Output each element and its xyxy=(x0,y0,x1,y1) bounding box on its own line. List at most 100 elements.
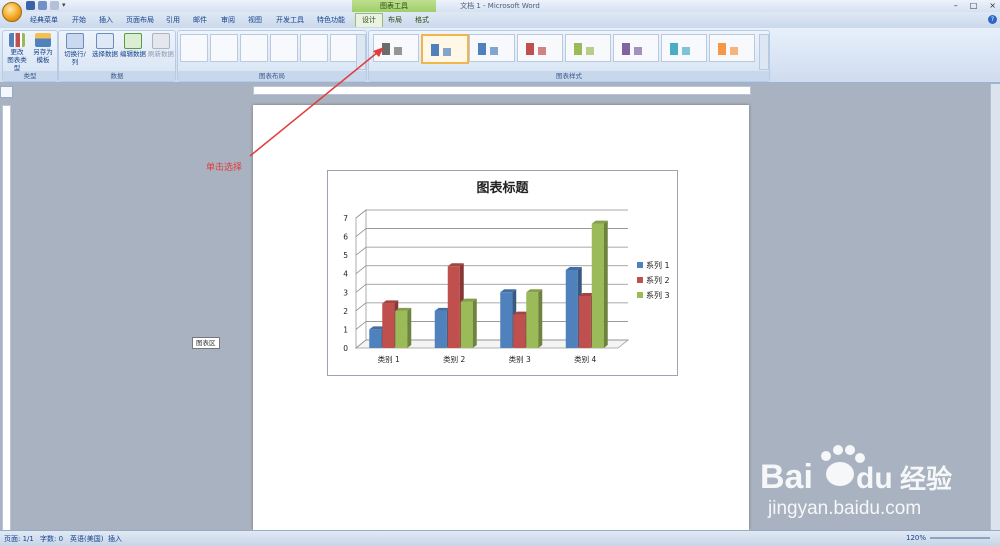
tab-references[interactable]: 引用 xyxy=(166,14,180,27)
tab-page-layout[interactable]: 页面布局 xyxy=(126,14,154,27)
group-label-type: 类型 xyxy=(3,71,57,81)
baidu-logo: Bai du 经验 jingyan.baidu.com xyxy=(760,445,952,519)
tab-classic-menu[interactable]: 经典菜单 xyxy=(30,14,58,27)
x-category-label: 类别 2 xyxy=(443,354,465,364)
group-data: 切换行/列 选择数据 编辑数据 刷新数据 数据 xyxy=(58,30,176,82)
vertical-ruler[interactable] xyxy=(2,105,11,532)
close-button[interactable]: × xyxy=(989,0,996,11)
document-title: 文档 1 - Microsoft Word xyxy=(460,2,540,10)
chart-style-7[interactable] xyxy=(661,34,707,62)
chart-style-4[interactable] xyxy=(517,34,563,62)
tab-review[interactable]: 审阅 xyxy=(221,14,235,27)
x-category-label: 类别 1 xyxy=(378,354,400,364)
zoom-slider[interactable] xyxy=(930,537,990,539)
x-category-label: 类别 4 xyxy=(574,354,596,364)
bar xyxy=(565,270,578,348)
save-icon[interactable] xyxy=(26,1,35,10)
chart-layout-1[interactable] xyxy=(180,34,208,62)
bar xyxy=(578,296,591,348)
chart-style-3[interactable] xyxy=(469,34,515,62)
legend-label: 系列 2 xyxy=(646,275,670,285)
status-zoom[interactable]: 120% xyxy=(906,534,926,542)
y-tick-label: 5 xyxy=(343,251,348,260)
svg-text:Bai: Bai xyxy=(760,458,813,496)
tab-mailings[interactable]: 邮件 xyxy=(193,14,207,27)
tab-home[interactable]: 开始 xyxy=(72,14,86,27)
undo-icon[interactable] xyxy=(38,1,47,10)
edit-data-button[interactable]: 编辑数据 xyxy=(119,33,147,58)
bar xyxy=(434,310,447,348)
tab-developer[interactable]: 开发工具 xyxy=(276,14,304,27)
redo-icon[interactable] xyxy=(50,1,59,10)
bar-chart-icon xyxy=(9,33,25,47)
chart-layout-5[interactable] xyxy=(300,34,328,62)
refresh-data-label: 刷新数据 xyxy=(148,50,174,58)
chart-style-5[interactable] xyxy=(565,34,611,62)
chart-style-6[interactable] xyxy=(613,34,659,62)
minimize-button[interactable]: – xyxy=(954,0,958,11)
customize-qat-icon[interactable]: ▾ xyxy=(62,1,71,10)
tab-layout[interactable]: 布局 xyxy=(388,14,402,27)
baidu-jingyan-watermark: Bai du 经验 jingyan.baidu.com xyxy=(760,440,1000,520)
status-page[interactable]: 页面: 1/1 xyxy=(4,534,34,544)
bar xyxy=(500,292,513,348)
status-words[interactable]: 字数: 0 xyxy=(40,534,63,544)
bar xyxy=(460,301,473,348)
office-button[interactable] xyxy=(2,2,22,22)
chart-layout-6[interactable] xyxy=(330,34,358,62)
x-category-label: 类别 3 xyxy=(509,354,531,364)
template-icon xyxy=(35,33,51,47)
legend-label: 系列 1 xyxy=(646,260,670,270)
bar xyxy=(526,292,539,348)
save-as-template-button[interactable]: 另存为 模板 xyxy=(31,33,55,64)
chart-layout-2[interactable] xyxy=(210,34,238,62)
change-chart-type-label: 更改 图表类型 xyxy=(7,48,27,72)
legend-swatch xyxy=(637,277,643,283)
tab-design[interactable]: 设计 xyxy=(355,13,383,27)
chart-style-2[interactable] xyxy=(421,34,469,64)
y-tick-label: 3 xyxy=(343,288,348,297)
edit-data-label: 编辑数据 xyxy=(120,50,146,58)
status-mode[interactable]: 插入 xyxy=(108,534,122,544)
svg-text:du: du xyxy=(856,462,893,495)
y-tick-label: 7 xyxy=(343,214,348,223)
window-controls: – □ × xyxy=(954,0,996,11)
chart-style-1[interactable] xyxy=(373,34,419,62)
group-label-data: 数据 xyxy=(59,71,175,81)
bar xyxy=(369,329,382,348)
group-chart-layouts: 图表布局 xyxy=(177,30,367,82)
layout-gallery-scroll[interactable] xyxy=(356,34,366,70)
change-chart-type-button[interactable]: 更改 图表类型 xyxy=(5,33,29,72)
help-icon[interactable]: ? xyxy=(988,15,997,24)
bar-side xyxy=(538,289,543,348)
style-gallery-scroll[interactable] xyxy=(759,34,769,70)
y-tick-label: 1 xyxy=(343,325,348,334)
context-tab-group-label: 图表工具 xyxy=(352,0,436,12)
tab-format[interactable]: 格式 xyxy=(415,14,429,27)
chart-area-tooltip: 图表区 xyxy=(192,337,220,349)
switch-row-column-button[interactable]: 切换行/列 xyxy=(61,33,89,66)
quick-access-toolbar: ▾ xyxy=(26,1,71,11)
bar-side xyxy=(407,307,412,348)
save-as-template-label: 另存为 模板 xyxy=(33,48,53,64)
horizontal-ruler[interactable] xyxy=(253,86,751,95)
svg-text:jingyan.baidu.com: jingyan.baidu.com xyxy=(767,498,921,519)
chart-style-8[interactable] xyxy=(709,34,755,62)
bar xyxy=(513,314,526,348)
group-label-chart-layouts: 图表布局 xyxy=(178,71,366,81)
tab-view[interactable]: 视图 xyxy=(248,14,262,27)
y-tick-label: 0 xyxy=(343,344,348,353)
annotation-text: 单击选择 xyxy=(206,163,243,173)
tab-insert[interactable]: 插入 xyxy=(99,14,113,27)
ribbon: 更改 图表类型 另存为 模板 类型 切换行/列 选择数据 编辑数据 刷新数据 数… xyxy=(0,28,1000,83)
status-language[interactable]: 英语(美国) xyxy=(70,534,103,544)
select-data-button[interactable]: 选择数据 xyxy=(91,33,119,58)
chart-layout-3[interactable] xyxy=(240,34,268,62)
ruler-toggle[interactable] xyxy=(0,86,13,98)
chart-plot: 0 1 2 3 4 5 6 7 类别 1 类别 2 类别 3 类别 4 系列 1 系列 2 系列 3 xyxy=(343,209,670,364)
chart-layout-4[interactable] xyxy=(270,34,298,62)
refresh-data-button[interactable]: 刷新数据 xyxy=(147,33,175,58)
maximize-button[interactable]: □ xyxy=(970,0,978,11)
tab-special-features[interactable]: 特色功能 xyxy=(317,14,345,27)
chart-area[interactable]: 图表标题 0 1 2 3 4 5 6 7 类别 1 类别 2 类别 3 类别 4 系列 1 系列 2 系列 … xyxy=(327,170,678,376)
